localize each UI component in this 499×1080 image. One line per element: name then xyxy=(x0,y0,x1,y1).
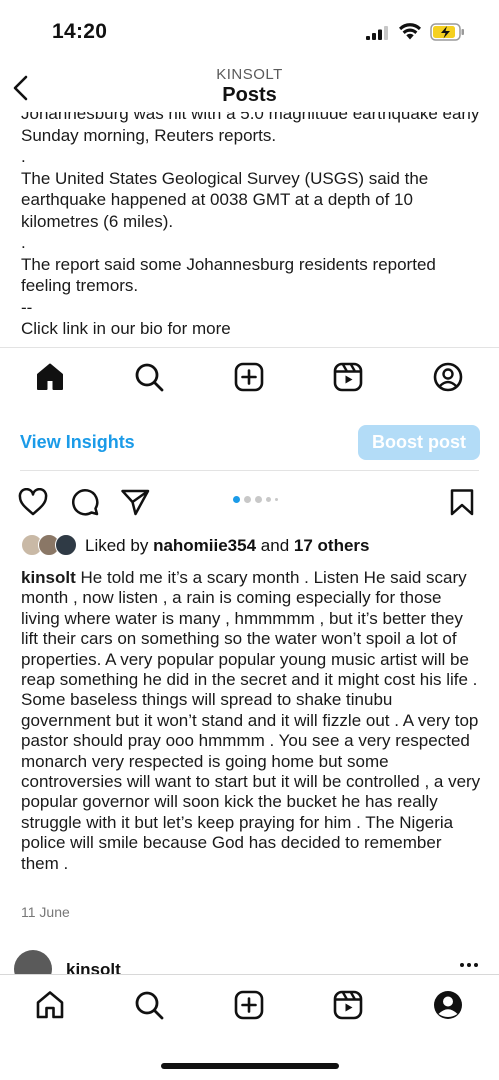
search-icon[interactable] xyxy=(129,985,169,1025)
article-separator: . xyxy=(21,233,26,252)
comment-icon[interactable] xyxy=(69,486,101,518)
article-paragraph: Johannesburg was hit with a 5.0 magnitud… xyxy=(21,112,485,145)
boost-post-button[interactable]: Boost post xyxy=(358,425,480,460)
tab-bar-overlay xyxy=(0,349,499,409)
carousel-dot xyxy=(233,496,240,503)
heart-icon[interactable] xyxy=(17,486,49,518)
status-bar: 14:20 xyxy=(0,0,499,58)
battery-charging-icon xyxy=(430,23,464,41)
wifi-icon xyxy=(399,23,421,40)
carousel-dot xyxy=(266,497,271,502)
divider xyxy=(20,470,479,471)
bottom-tab-bar xyxy=(0,976,499,1058)
avatar xyxy=(55,534,77,556)
profile-icon[interactable] xyxy=(428,357,468,397)
caption-text: He told me it’s a scary month . Listen H… xyxy=(21,568,481,873)
carousel-indicator xyxy=(233,496,278,503)
search-icon[interactable] xyxy=(129,357,169,397)
view-insights-link[interactable]: View Insights xyxy=(20,432,135,453)
carousel-dot xyxy=(255,496,262,503)
create-icon[interactable] xyxy=(229,357,269,397)
home-filled-icon[interactable] xyxy=(30,357,70,397)
next-post-header: kinsolt xyxy=(0,950,499,975)
divider xyxy=(0,974,499,975)
previous-post-caption: Johannesburg was hit with a 5.0 magnitud… xyxy=(21,112,486,347)
reels-icon[interactable] xyxy=(328,985,368,1025)
cellular-signal-icon xyxy=(366,26,388,40)
article-link-text: Click link in our bio for more xyxy=(21,319,231,338)
avatar[interactable] xyxy=(14,950,52,975)
more-options-icon[interactable] xyxy=(460,963,478,967)
profile-filled-icon[interactable] xyxy=(428,985,468,1025)
carousel-dot xyxy=(244,496,251,503)
next-post-username[interactable]: kinsolt xyxy=(66,960,121,975)
caption-username[interactable]: kinsolt xyxy=(21,568,76,587)
home-outline-icon[interactable] xyxy=(30,985,70,1025)
liker-avatars xyxy=(21,534,79,558)
bookmark-icon[interactable] xyxy=(446,486,478,518)
article-paragraph: The United States Geological Survey (USG… xyxy=(21,168,433,231)
divider xyxy=(0,347,499,348)
likes-connector: and xyxy=(260,536,290,555)
article-paragraph: The report said some Johannesburg reside… xyxy=(21,254,441,296)
reels-icon[interactable] xyxy=(328,357,368,397)
page-header: KINSOLT Posts xyxy=(0,58,499,116)
status-time: 14:20 xyxy=(52,20,108,43)
home-indicator[interactable] xyxy=(161,1063,339,1069)
likes-prefix: Liked by xyxy=(85,536,149,555)
header-account-name: KINSOLT xyxy=(216,66,283,83)
share-icon[interactable] xyxy=(119,486,151,518)
post-date: 11 June xyxy=(21,904,70,920)
article-separator: . xyxy=(21,147,26,166)
create-icon[interactable] xyxy=(229,985,269,1025)
likes-summary[interactable]: Liked by nahomiie354 and 17 others xyxy=(21,534,370,558)
article-separator: -- xyxy=(21,297,33,317)
liker-username[interactable]: nahomiie354 xyxy=(153,536,256,556)
page-title: Posts xyxy=(222,84,277,106)
post-caption: kinsolt He told me it’s a scary month . … xyxy=(21,568,483,874)
likes-others-count[interactable]: 17 others xyxy=(294,536,370,556)
carousel-dot xyxy=(275,498,278,501)
